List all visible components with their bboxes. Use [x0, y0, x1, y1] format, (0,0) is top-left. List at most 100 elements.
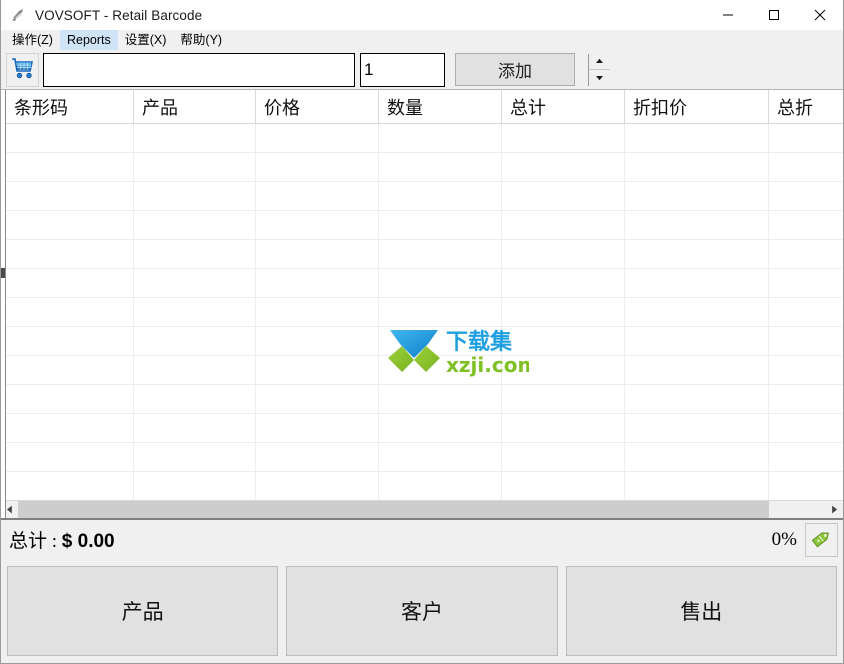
table-row[interactable] [6, 327, 843, 356]
cell-quantity[interactable] [379, 153, 502, 181]
cell-barcode[interactable] [6, 153, 134, 181]
cell-price[interactable] [256, 356, 379, 384]
cell-quantity[interactable] [379, 124, 502, 152]
cell-price[interactable] [256, 472, 379, 500]
cell-product[interactable] [134, 385, 256, 413]
cell-discount-price[interactable] [625, 327, 769, 355]
customers-button[interactable]: 客户 [286, 566, 558, 656]
cell-price[interactable] [256, 269, 379, 297]
cell-quantity[interactable] [379, 327, 502, 355]
column-header-quantity[interactable]: 数量 [379, 90, 502, 123]
cell-barcode[interactable] [6, 240, 134, 268]
cell-discount-price[interactable] [625, 182, 769, 210]
cell-product[interactable] [134, 269, 256, 297]
column-header-barcode[interactable]: 条形码 [6, 90, 134, 123]
cell-price[interactable] [256, 240, 379, 268]
table-row[interactable] [6, 385, 843, 414]
menu-help[interactable]: 帮助(Y) [173, 30, 229, 50]
cell-product[interactable] [134, 182, 256, 210]
cell-barcode[interactable] [6, 443, 134, 471]
cell-total-discount[interactable] [769, 356, 843, 384]
vertical-scrollbar[interactable] [1, 90, 6, 518]
scroll-right-arrow[interactable] [826, 501, 843, 518]
table-row[interactable] [6, 472, 843, 500]
cell-product[interactable] [134, 124, 256, 152]
cell-discount-price[interactable] [625, 356, 769, 384]
horizontal-scrollbar-track[interactable] [18, 501, 826, 518]
table-row[interactable] [6, 240, 843, 269]
column-header-price[interactable]: 价格 [256, 90, 379, 123]
products-button[interactable]: 产品 [7, 566, 279, 656]
table-row[interactable] [6, 182, 843, 211]
cell-total[interactable] [502, 211, 625, 239]
cell-total-discount[interactable] [769, 211, 843, 239]
cell-product[interactable] [134, 153, 256, 181]
cell-total[interactable] [502, 269, 625, 297]
cell-quantity[interactable] [379, 472, 502, 500]
cell-total[interactable] [502, 298, 625, 326]
cell-quantity[interactable] [379, 240, 502, 268]
cell-total-discount[interactable] [769, 153, 843, 181]
table-row[interactable] [6, 414, 843, 443]
cell-total[interactable] [502, 443, 625, 471]
table-row[interactable] [6, 153, 843, 182]
cell-discount-price[interactable] [625, 414, 769, 442]
cell-barcode[interactable] [6, 414, 134, 442]
menu-reports[interactable]: Reports [59, 30, 118, 50]
cell-quantity[interactable] [379, 385, 502, 413]
table-row[interactable] [6, 356, 843, 385]
table-row[interactable] [6, 269, 843, 298]
cell-barcode[interactable] [6, 182, 134, 210]
cell-discount-price[interactable] [625, 298, 769, 326]
cell-discount-price[interactable] [625, 153, 769, 181]
vertical-scrollbar-thumb[interactable] [1, 268, 5, 278]
cell-barcode[interactable] [6, 124, 134, 152]
cell-price[interactable] [256, 211, 379, 239]
cell-barcode[interactable] [6, 356, 134, 384]
cell-total-discount[interactable] [769, 327, 843, 355]
menu-settings[interactable]: 设置(X) [118, 30, 174, 50]
cell-product[interactable] [134, 414, 256, 442]
cell-discount-price[interactable] [625, 443, 769, 471]
cell-total-discount[interactable] [769, 298, 843, 326]
cell-total[interactable] [502, 356, 625, 384]
cell-quantity[interactable] [379, 211, 502, 239]
horizontal-scrollbar[interactable] [1, 500, 843, 518]
table-row[interactable] [6, 211, 843, 240]
sell-button[interactable]: 售出 [565, 566, 837, 656]
cell-total-discount[interactable] [769, 182, 843, 210]
cell-barcode[interactable] [6, 327, 134, 355]
cell-total-discount[interactable] [769, 472, 843, 500]
table-row[interactable] [6, 298, 843, 327]
cell-barcode[interactable] [6, 385, 134, 413]
cell-quantity[interactable] [379, 443, 502, 471]
add-button[interactable]: 添加 [455, 53, 575, 86]
cell-barcode[interactable] [6, 269, 134, 297]
cell-product[interactable] [134, 443, 256, 471]
cell-discount-price[interactable] [625, 240, 769, 268]
cell-total-discount[interactable] [769, 240, 843, 268]
cell-price[interactable] [256, 153, 379, 181]
cell-total[interactable] [502, 240, 625, 268]
cell-total[interactable] [502, 153, 625, 181]
cell-price[interactable] [256, 443, 379, 471]
menu-operations[interactable]: 操作(Z) [5, 30, 60, 50]
cell-discount-price[interactable] [625, 385, 769, 413]
quantity-decrement-button[interactable] [589, 70, 610, 86]
cell-quantity[interactable] [379, 182, 502, 210]
close-button[interactable] [797, 0, 843, 30]
cell-quantity[interactable] [379, 414, 502, 442]
cell-barcode[interactable] [6, 298, 134, 326]
cell-total[interactable] [502, 327, 625, 355]
cell-price[interactable] [256, 385, 379, 413]
cell-total-discount[interactable] [769, 414, 843, 442]
cell-total-discount[interactable] [769, 385, 843, 413]
cell-quantity[interactable] [379, 269, 502, 297]
cell-discount-price[interactable] [625, 269, 769, 297]
cell-product[interactable] [134, 298, 256, 326]
discount-button[interactable] [805, 522, 838, 557]
cell-total-discount[interactable] [769, 269, 843, 297]
barcode-input[interactable] [43, 52, 355, 87]
cell-total[interactable] [502, 472, 625, 500]
table-row[interactable] [6, 124, 843, 153]
